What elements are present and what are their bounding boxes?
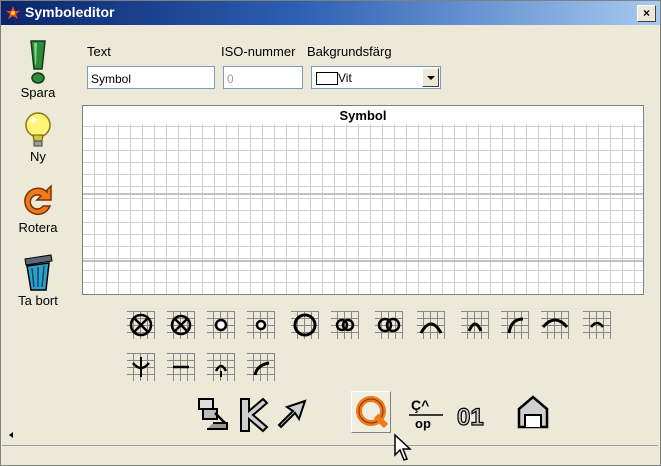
text-tool-icon bbox=[198, 398, 228, 430]
app-icon bbox=[6, 6, 20, 19]
arc-down-small-symbol[interactable] bbox=[207, 353, 235, 381]
rotate-icon bbox=[24, 184, 52, 215]
canvas-title: Symbol bbox=[339, 108, 387, 123]
background-color-value: Vit bbox=[338, 71, 352, 85]
label-tool-top-text: Ç^ bbox=[411, 397, 429, 413]
arrow-tool-icon bbox=[277, 399, 307, 429]
circle-large-symbol[interactable] bbox=[291, 311, 319, 339]
new-label: Ny bbox=[30, 149, 46, 164]
lightbulb-icon bbox=[25, 112, 51, 147]
circle-tool-button[interactable] bbox=[351, 391, 391, 433]
number-tool-icon: 01 bbox=[456, 403, 484, 431]
text-tool-button[interactable] bbox=[193, 393, 233, 435]
circle-tool-icon bbox=[356, 396, 389, 429]
symbol-canvas[interactable]: Symbol bbox=[82, 105, 644, 295]
save-button[interactable]: Spara bbox=[7, 39, 69, 100]
status-bar bbox=[2, 445, 658, 465]
mouse-pointer-icon bbox=[394, 433, 412, 461]
arc-up-full-symbol[interactable] bbox=[541, 311, 569, 339]
double-circle-symbol[interactable] bbox=[375, 311, 403, 339]
label-tool-bottom-text: op bbox=[415, 416, 431, 431]
canvas-grid[interactable] bbox=[83, 124, 643, 294]
save-label: Spara bbox=[20, 85, 56, 100]
label-tool-icon: Ç^ op bbox=[409, 397, 443, 431]
delete-button[interactable]: Ta bort bbox=[7, 253, 69, 308]
trash-icon bbox=[24, 254, 53, 291]
rotate-button[interactable]: Rotera bbox=[7, 184, 69, 235]
background-color-label: Bakgrundsfärg bbox=[307, 44, 392, 59]
circle-x-large-symbol[interactable] bbox=[127, 311, 155, 339]
text-label: Text bbox=[87, 44, 111, 59]
iso-number-input[interactable]: 0 bbox=[223, 66, 303, 89]
circle-small-symbol[interactable] bbox=[207, 311, 235, 339]
number-tool-button[interactable]: 01 bbox=[453, 393, 493, 435]
color-swatch bbox=[316, 72, 338, 85]
arc-up-wide-symbol[interactable] bbox=[417, 311, 445, 339]
symbol-editor-window: Symboleditor × Spara Ny Rotera Ta bort T… bbox=[0, 0, 661, 466]
circle-dot-symbol[interactable] bbox=[247, 311, 275, 339]
arc-small-symbol[interactable] bbox=[583, 311, 611, 339]
line-bar-symbol[interactable] bbox=[167, 353, 195, 381]
title-bar[interactable]: Symboleditor × bbox=[1, 1, 660, 25]
circle-x-symbol[interactable] bbox=[167, 311, 195, 339]
arc-left-symbol[interactable] bbox=[501, 311, 529, 339]
label-tool-button[interactable]: Ç^ op bbox=[405, 393, 445, 435]
arrow-tool-button[interactable] bbox=[271, 393, 311, 435]
number-tool-text: 01 bbox=[457, 404, 484, 431]
guide-line-bottom bbox=[83, 260, 643, 262]
new-button[interactable]: Ny bbox=[7, 111, 69, 164]
arc-down-cross-symbol[interactable] bbox=[127, 353, 155, 381]
delete-label: Ta bort bbox=[18, 293, 58, 308]
text-input[interactable]: Symbol bbox=[87, 66, 215, 89]
guide-line-top bbox=[83, 193, 643, 195]
close-button[interactable]: × bbox=[637, 5, 656, 22]
double-circle-small-symbol[interactable] bbox=[331, 311, 359, 339]
exclamation-icon bbox=[30, 40, 46, 84]
chevron-down-icon[interactable] bbox=[422, 68, 439, 87]
arc-corner-symbol[interactable] bbox=[247, 353, 275, 381]
house-tool-icon bbox=[517, 395, 549, 429]
line-tool-button[interactable] bbox=[233, 393, 273, 435]
iso-number-label: ISO-nummer bbox=[221, 44, 296, 59]
arc-up-narrow-symbol[interactable] bbox=[461, 311, 489, 339]
line-tool-icon bbox=[240, 397, 269, 433]
house-tool-button[interactable] bbox=[513, 391, 553, 433]
scroll-left-icon[interactable] bbox=[9, 432, 13, 438]
window-title: Symboleditor bbox=[25, 4, 115, 20]
rotate-label: Rotera bbox=[18, 220, 58, 235]
background-color-select[interactable]: Vit bbox=[311, 66, 441, 89]
